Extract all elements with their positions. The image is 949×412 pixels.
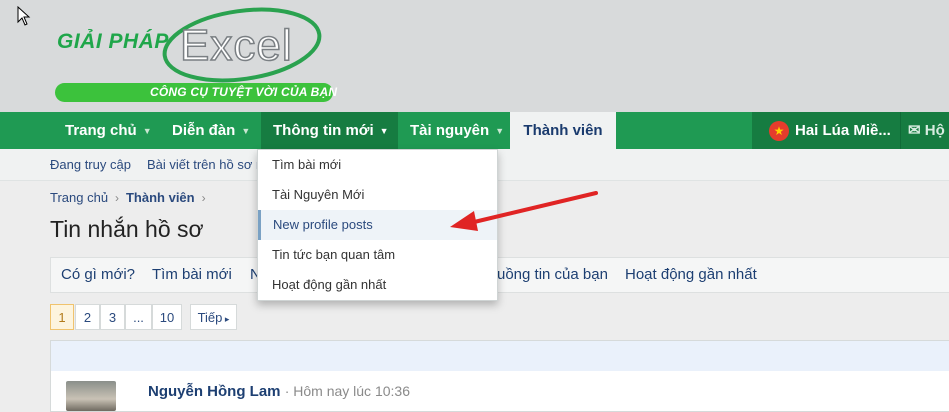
logo-excel[interactable]: Excel bbox=[160, 5, 328, 83]
nav-label: Thông tin mới bbox=[273, 122, 374, 139]
posts-panel-header bbox=[50, 340, 949, 372]
nav-tai-nguyen[interactable]: Tài nguyên ▼ bbox=[410, 112, 504, 149]
nav-label: Trang chủ bbox=[65, 122, 137, 139]
page-ellipsis[interactable]: ... bbox=[125, 304, 152, 330]
user-name: Hai Lúa Miề... bbox=[795, 122, 891, 139]
nav-label: Diễn đàn bbox=[172, 122, 236, 139]
subnav-bai-viet-ho-so[interactable]: Bài viết trên hồ sơ m bbox=[147, 149, 267, 180]
tab-hoat-dong[interactable]: Hoạt động gần nhất bbox=[625, 258, 757, 292]
inbox-label: Hộ bbox=[924, 122, 945, 139]
page-10[interactable]: 10 bbox=[152, 304, 182, 330]
menu-item-hoat-dong-gan-nhat[interactable]: Hoạt động gần nhất bbox=[258, 270, 497, 300]
post-time[interactable]: Hôm nay lúc 10:36 bbox=[293, 383, 410, 399]
nav-label: Tài nguyên bbox=[410, 122, 490, 139]
page-title: Tin nhắn hồ sơ bbox=[50, 216, 204, 242]
menu-item-tim-bai-moi[interactable]: Tìm bài mới bbox=[258, 150, 497, 180]
chevron-right-icon: › bbox=[198, 191, 206, 205]
page-2[interactable]: 2 bbox=[75, 304, 100, 330]
inbox-link[interactable]: ✉ Hộ bbox=[908, 112, 945, 149]
post-author-name[interactable]: Nguyễn Hồng Lam bbox=[148, 383, 281, 400]
chevron-down-icon[interactable]: ▼ bbox=[380, 113, 389, 150]
tab-luong-tin[interactable]: uồng tin của bạn bbox=[497, 258, 608, 292]
subnav-dang-truy-cap[interactable]: Đang truy cập bbox=[50, 149, 131, 180]
envelope-icon: ✉ bbox=[908, 122, 921, 139]
chevron-right-icon: › bbox=[111, 191, 123, 205]
logo-excel-text: Excel bbox=[180, 21, 293, 70]
page-3[interactable]: 3 bbox=[100, 304, 125, 330]
page-1[interactable]: 1 bbox=[50, 304, 74, 330]
tab-tim-bai-moi[interactable]: Tìm bài mới bbox=[152, 258, 232, 292]
nav-separator bbox=[900, 112, 901, 149]
breadcrumb-home[interactable]: Trang chủ bbox=[50, 190, 108, 205]
chevron-down-icon[interactable]: ▼ bbox=[241, 113, 250, 150]
main-navigation: Trang chủ ▼ Diễn đàn ▼ Thông tin mới ▼ Tài … bbox=[0, 112, 949, 149]
member-tabs: Có gì mới? Tìm bài mới N uồng tin của bạ… bbox=[50, 257, 949, 293]
nav-thanh-vien[interactable]: Thành viên bbox=[510, 112, 616, 149]
tab-co-gi-moi[interactable]: Có gì mới? bbox=[61, 258, 135, 292]
post-author: Nguyễn Hồng Lam · Hôm nay lúc 10:36 bbox=[148, 383, 410, 400]
next-label: Tiếp bbox=[197, 310, 223, 325]
post-meta-separator: · bbox=[284, 383, 294, 399]
logo-tagline: CÔNG CỤ TUYỆT VỜI CỦA BẠN bbox=[150, 85, 338, 99]
nav-dien-dan[interactable]: Diễn đàn ▼ bbox=[172, 112, 250, 149]
chevron-down-icon[interactable]: ▼ bbox=[143, 113, 152, 150]
breadcrumb-members[interactable]: Thành viên bbox=[126, 190, 195, 205]
nav-thong-tin-moi[interactable]: Thông tin mới ▼ bbox=[261, 112, 398, 149]
logo-text-giai-phap: GIẢI PHÁP bbox=[57, 30, 169, 53]
mouse-cursor-icon bbox=[17, 6, 31, 26]
menu-item-tin-tuc-quan-tam[interactable]: Tin tức bạn quan tâm bbox=[258, 240, 497, 270]
chevron-right-icon: ▸ bbox=[222, 314, 230, 324]
nav-trang-chu[interactable]: Trang chủ ▼ bbox=[65, 112, 152, 149]
user-avatar: ★ bbox=[769, 121, 789, 141]
chevron-down-icon[interactable]: ▼ bbox=[495, 113, 504, 150]
breadcrumb: Trang chủ › Thành viên › bbox=[50, 190, 206, 205]
annotation-arrow-icon bbox=[450, 191, 598, 231]
next-page-button[interactable]: Tiếp ▸ bbox=[190, 304, 237, 330]
post-author-avatar[interactable] bbox=[66, 381, 116, 411]
